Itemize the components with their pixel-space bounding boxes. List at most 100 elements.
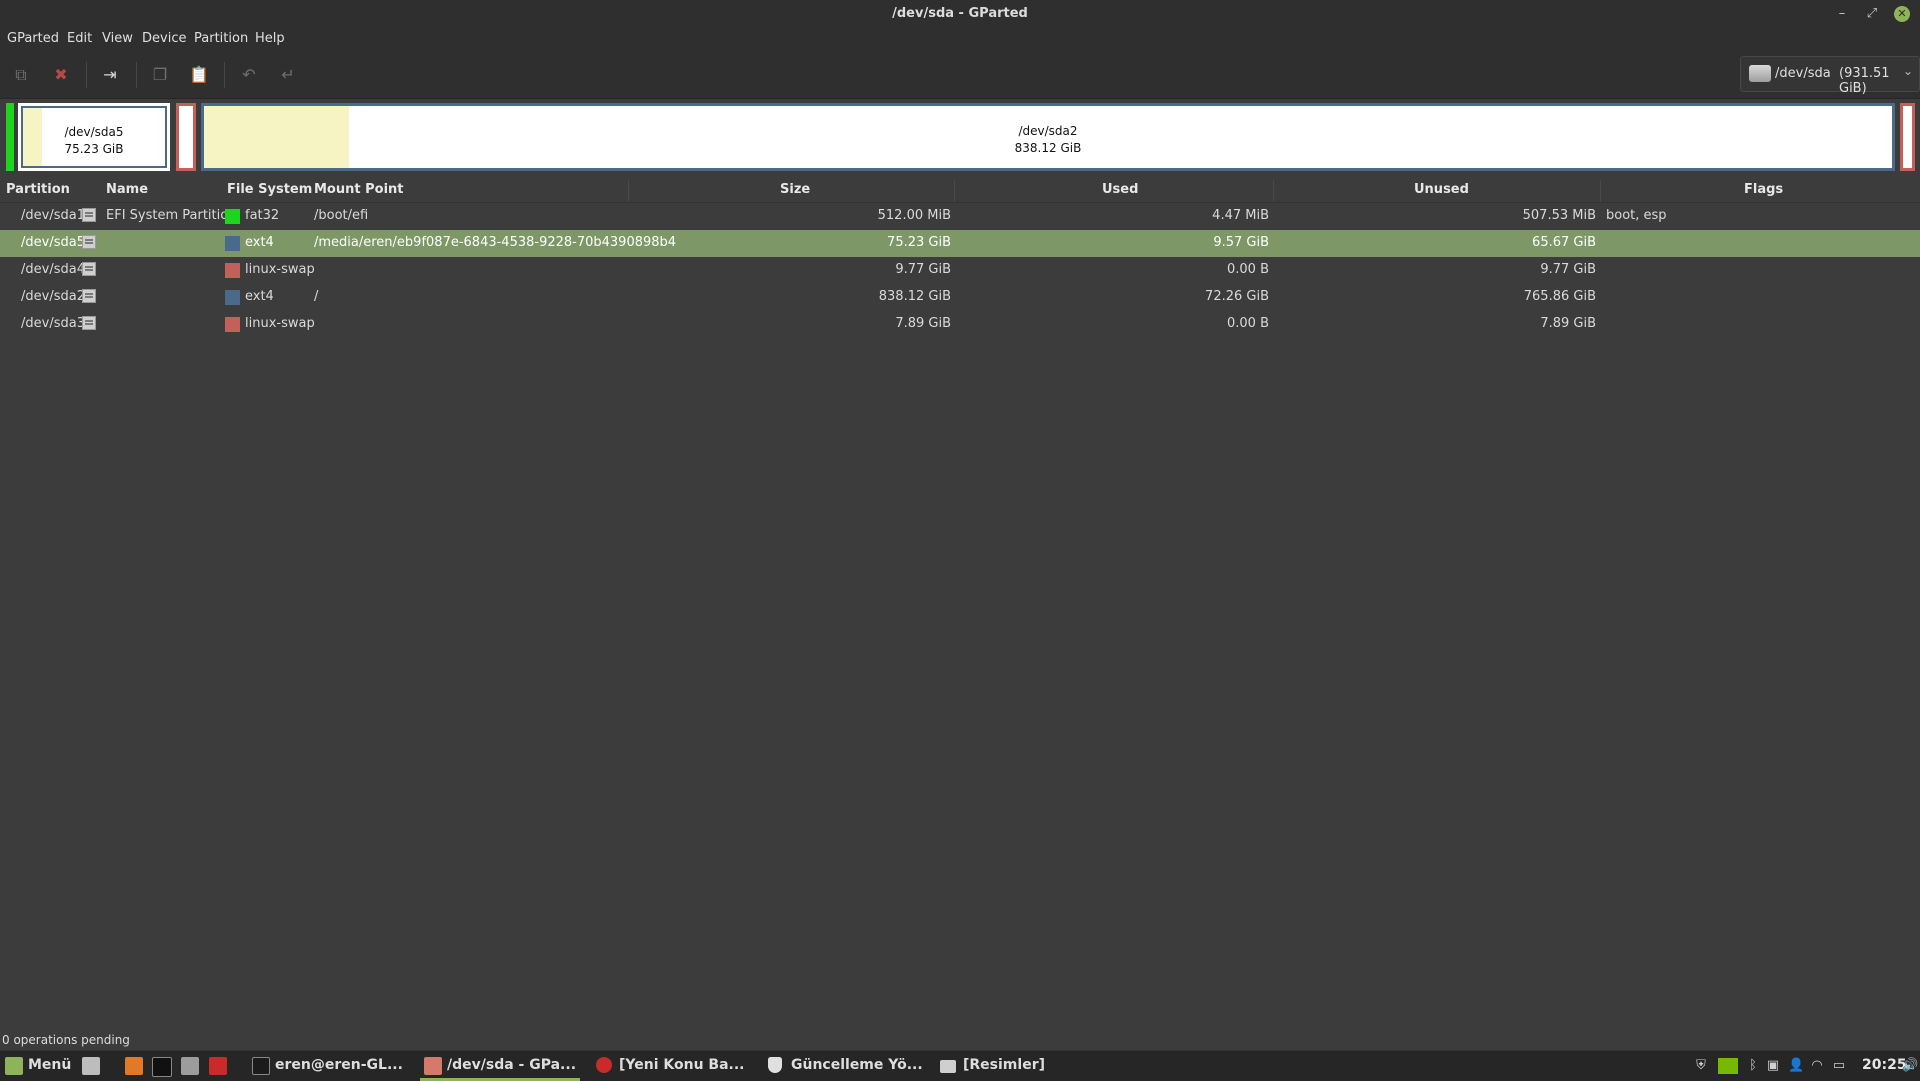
- minimize-icon[interactable]: –: [1832, 4, 1852, 24]
- menu-bar: GParted Edit View Device Partition Help: [0, 28, 1920, 50]
- device-selector[interactable]: /dev/sda (931.51 GiB) ⌄: [1740, 56, 1920, 96]
- menu-help[interactable]: Help: [255, 31, 285, 46]
- lock-icon: [82, 262, 96, 276]
- bluetooth-icon[interactable]: ᛒ: [1746, 1058, 1760, 1074]
- table-row[interactable]: /dev/sda5 ext4 /media/eren/eb9f087e-6843…: [0, 230, 1920, 257]
- nvidia-icon[interactable]: [1718, 1058, 1738, 1074]
- cell-name: EFI System Partition: [106, 208, 237, 223]
- disk-segment-sda4[interactable]: [176, 103, 196, 171]
- terminal-icon: [252, 1057, 270, 1075]
- filesystem-color-swatch: [225, 236, 240, 251]
- column-file-system[interactable]: File System: [227, 182, 312, 197]
- filesystem-color-swatch: [225, 317, 240, 332]
- terminal-icon[interactable]: [152, 1057, 172, 1077]
- column-unused[interactable]: Unused: [1414, 182, 1469, 197]
- cell-file-system: linux-swap: [245, 316, 315, 331]
- device-name: /dev/sda: [1775, 66, 1831, 81]
- segment-size: 75.23 GiB: [64, 142, 124, 156]
- cell-used: 9.57 GiB: [1213, 235, 1269, 250]
- taskbar-item-gparted[interactable]: /dev/sda - GPa...: [447, 1057, 576, 1073]
- column-name[interactable]: Name: [106, 182, 148, 197]
- clock[interactable]: 20:25: [1862, 1057, 1907, 1073]
- table-row[interactable]: /dev/sda2 ext4 / 838.12 GiB 72.26 GiB 76…: [0, 284, 1920, 311]
- column-mount-point[interactable]: Mount Point: [314, 182, 404, 197]
- paste-button[interactable]: 📋: [188, 65, 210, 85]
- taskbar-item-terminal[interactable]: eren@eren-GL...: [275, 1057, 403, 1073]
- toolbar: ⧉ ✖ ⇥ ❐ 📋 ↶ ↵ /dev/sda (931.51 GiB) ⌄: [0, 50, 1920, 99]
- cell-file-system: fat32: [245, 208, 280, 223]
- disk-segment-sda1[interactable]: [6, 103, 14, 171]
- disk-segment-sda2[interactable]: /dev/sda2 838.12 GiB: [201, 103, 1895, 171]
- apply-button[interactable]: ↵: [277, 65, 299, 85]
- disk-segment-sda3[interactable]: [1900, 103, 1915, 171]
- cell-flags: boot, esp: [1606, 208, 1667, 223]
- column-separator[interactable]: [1600, 180, 1601, 202]
- shield-icon[interactable]: ⛨: [1694, 1058, 1708, 1074]
- copy-button[interactable]: ❐: [149, 65, 171, 85]
- table-row[interactable]: /dev/sda4 linux-swap 9.77 GiB 0.00 B 9.7…: [0, 257, 1920, 284]
- resize-move-button[interactable]: ⇥: [99, 65, 121, 85]
- cell-partition: /dev/sda3: [21, 316, 85, 331]
- cell-unused: 7.89 GiB: [1540, 316, 1596, 331]
- cell-unused: 507.53 MiB: [1522, 208, 1596, 223]
- mint-logo-icon[interactable]: [5, 1057, 23, 1075]
- lock-icon: [82, 289, 96, 303]
- column-separator[interactable]: [1273, 180, 1274, 202]
- taskbar-item-update-manager[interactable]: Güncelleme Yö...: [791, 1057, 923, 1073]
- menu-edit[interactable]: Edit: [67, 31, 92, 46]
- battery-icon[interactable]: ▭: [1832, 1058, 1846, 1074]
- menu-device[interactable]: Device: [142, 31, 186, 46]
- column-flags[interactable]: Flags: [1744, 182, 1783, 197]
- opera-icon[interactable]: [209, 1057, 227, 1075]
- column-used[interactable]: Used: [1102, 182, 1138, 197]
- table-row[interactable]: /dev/sda1 EFI System Partition fat32 /bo…: [0, 203, 1920, 230]
- segment-name: /dev/sda5: [64, 125, 124, 139]
- taskbar-item-browser[interactable]: [Yeni Konu Ba...: [619, 1057, 745, 1073]
- lock-icon: [82, 316, 96, 330]
- new-partition-button[interactable]: ⧉: [10, 65, 32, 85]
- taskbar: Menü eren@eren-GL... /dev/sda - GPa... […: [0, 1050, 1920, 1081]
- taskbar-item-files[interactable]: [Resimler]: [963, 1057, 1045, 1073]
- lock-icon: [82, 208, 96, 222]
- maximize-icon[interactable]: ⤢: [1862, 4, 1882, 24]
- segment-size: 838.12 GiB: [1014, 141, 1082, 155]
- show-desktop-icon[interactable]: [82, 1057, 100, 1075]
- table-row[interactable]: /dev/sda3 linux-swap 7.89 GiB 0.00 B 7.8…: [0, 311, 1920, 338]
- segment-name: /dev/sda2: [1018, 124, 1078, 138]
- cell-file-system: ext4: [245, 235, 274, 250]
- menu-view[interactable]: View: [102, 31, 133, 46]
- start-menu-button[interactable]: Menü: [28, 1057, 71, 1073]
- volume-icon[interactable]: 🔊: [1902, 1058, 1918, 1074]
- cell-unused: 65.67 GiB: [1532, 235, 1596, 250]
- column-separator[interactable]: [628, 180, 629, 202]
- menu-gparted[interactable]: GParted: [7, 31, 59, 46]
- folder-icon: [940, 1060, 956, 1073]
- cell-partition: /dev/sda1: [21, 208, 85, 223]
- disk-segment-sda5[interactable]: /dev/sda5 75.23 GiB: [18, 103, 170, 171]
- cell-file-system: linux-swap: [245, 262, 315, 277]
- wifi-icon[interactable]: ◠: [1810, 1058, 1824, 1074]
- folder-icon[interactable]: [181, 1057, 199, 1075]
- status-bar: 0 operations pending: [0, 1032, 1920, 1050]
- clipboard-icon[interactable]: ▣: [1766, 1058, 1780, 1074]
- cell-mount-point: /boot/efi: [314, 208, 369, 223]
- column-separator[interactable]: [954, 180, 955, 202]
- menu-partition[interactable]: Partition: [194, 31, 248, 46]
- undo-button[interactable]: ↶: [238, 65, 260, 85]
- delete-button[interactable]: ✖: [50, 65, 72, 85]
- filesystem-color-swatch: [225, 209, 240, 224]
- partition-list: /dev/sda1 EFI System Partition fat32 /bo…: [0, 203, 1920, 338]
- window-title: /dev/sda - GParted: [892, 6, 1028, 21]
- column-partition[interactable]: Partition: [6, 182, 70, 197]
- firefox-icon[interactable]: [125, 1057, 143, 1075]
- cell-size: 838.12 GiB: [878, 289, 951, 304]
- close-icon[interactable]: ✕: [1894, 6, 1910, 22]
- cell-partition: /dev/sda2: [21, 289, 85, 304]
- cell-size: 512.00 MiB: [877, 208, 951, 223]
- cell-used: 0.00 B: [1227, 262, 1269, 277]
- cell-mount-point: /media/eren/eb9f087e-6843-4538-9228-70b4…: [314, 235, 677, 250]
- status-text: 0 operations pending: [2, 1033, 130, 1047]
- shield-icon: [768, 1057, 782, 1073]
- user-icon[interactable]: 👤: [1788, 1058, 1804, 1074]
- column-size[interactable]: Size: [780, 182, 810, 197]
